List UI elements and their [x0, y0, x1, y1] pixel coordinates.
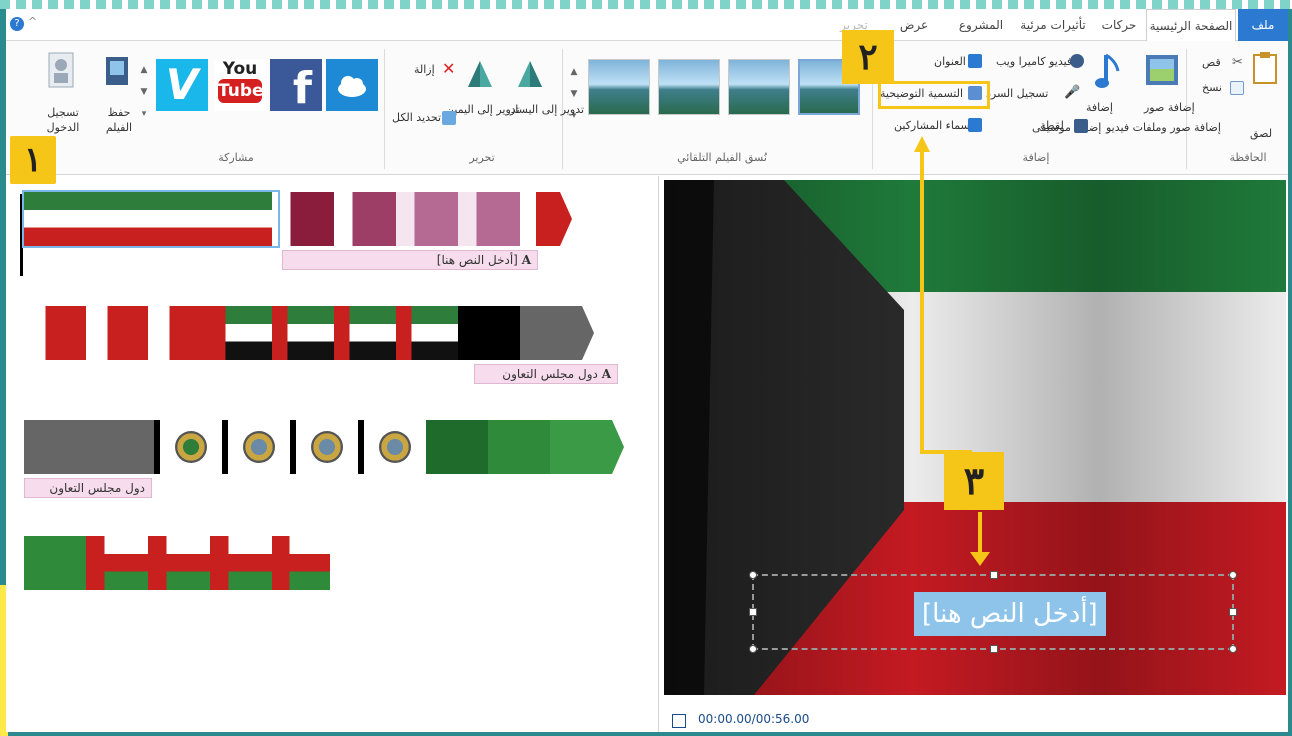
guide-arrows: [914, 136, 990, 566]
step-badge-3: ٣: [944, 452, 1004, 510]
step-badge-1: ١: [10, 136, 56, 184]
step-badge-2: ٢: [842, 30, 894, 84]
